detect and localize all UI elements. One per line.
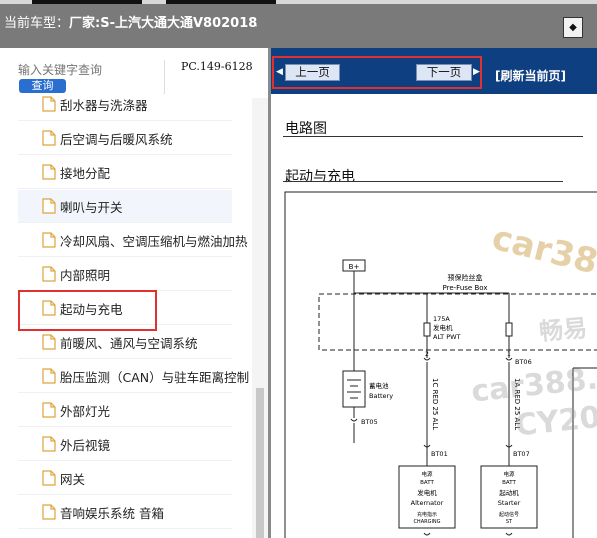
fuse-en-label: ALT PWT [433, 333, 461, 341]
st-sub-cn-label: 起动信号 [499, 511, 519, 518]
collapse-right-icon: ◆ [569, 22, 577, 33]
document-icon [42, 96, 56, 112]
title-value: 厂家:S-上汽大通大通V802018 [69, 16, 258, 31]
document-icon [42, 232, 56, 248]
document-icon [42, 470, 56, 486]
tree-item[interactable]: 外部灯光 [18, 394, 232, 427]
section-rule [283, 181, 563, 182]
tree-item[interactable]: 胎压监测（CAN）与驻车距离控制 [18, 360, 249, 393]
document-icon [42, 504, 56, 520]
next-page-button[interactable]: 下一页 [416, 64, 472, 81]
wire1-label: 1C RED 25 ALL [431, 378, 439, 430]
alt-cn-label: 发电机 [417, 488, 437, 497]
battery-en-label: Battery [369, 392, 393, 400]
page-toolbar: ◀ 上一页 下一页 ▶ [刷新当前页] [271, 48, 597, 94]
tree-item-label: 内部照明 [60, 267, 111, 283]
watermark: 畅易 [538, 313, 589, 347]
fuse-amp-label: 175A [433, 315, 450, 323]
st-en-label: Starter [498, 499, 521, 507]
tree-item[interactable]: 后空调与后暖风系统 [18, 122, 232, 155]
document-icon [42, 300, 56, 316]
alt-top-label: 电源 [421, 470, 433, 478]
next-arrow-icon: ▶ [473, 67, 480, 77]
document-icon [42, 164, 56, 180]
st-batt-label: BATT [502, 480, 516, 486]
heading-rule [283, 136, 583, 137]
alt-batt-label: BATT [420, 480, 434, 486]
document-heading: 电路图 [285, 121, 327, 137]
alt-sub-en-label: CHARGING [413, 519, 440, 525]
b-plus-label: B+ [349, 263, 360, 271]
battery-cn-label: 蓄电池 [369, 381, 389, 390]
tree-item[interactable]: 接地分配 [18, 156, 232, 189]
pc-code-label: PC.149-6128 [181, 60, 253, 73]
current-model-title: 当前车型：厂家:S-上汽大通大通V802018 [4, 12, 257, 31]
tree-item[interactable]: 喇叭与开关 [18, 190, 232, 223]
alt-sub-cn-label: 充电指示 [417, 511, 437, 518]
bt06-label: BT06 [515, 358, 532, 366]
prev-page-button[interactable]: 上一页 [285, 64, 340, 81]
document-icon [42, 368, 56, 384]
left-panel: 查询 PC.149-6128 刮水器与洗涤器后空调与后暖风系统接地分配喇叭与开关… [0, 48, 268, 538]
header-bar: 当前车型：厂家:S-上汽大通大通V802018 · ◆ [0, 4, 597, 48]
bt05-label: BT05 [361, 418, 378, 426]
tree-item-label: 接地分配 [60, 165, 111, 181]
tree-item[interactable]: 音响娱乐系统 音箱 [18, 496, 232, 529]
prefuse-cn-label: 预保险丝盒 [448, 273, 483, 282]
tree-item-label: 喇叭与开关 [60, 199, 123, 215]
document-icon [42, 130, 56, 146]
pin1-label: 1 [507, 351, 511, 358]
document-icon [42, 436, 56, 452]
tree-item[interactable]: 外后视镜 [18, 428, 232, 461]
tree-item-label: 音响娱乐系统 音箱 [60, 505, 164, 521]
tree-item[interactable]: 刮水器与洗涤器 [18, 88, 232, 121]
catalog-tree: 刮水器与洗涤器后空调与后暖风系统 接地分配喇叭与开关冷却风扇、空调压缩机与燃油加热… [0, 96, 252, 538]
section-title: 起动与充电 [285, 169, 355, 185]
tree-item-label: 刮水器与洗涤器 [60, 97, 148, 113]
tree-item-label: 冷却风扇、空调压缩机与燃油加热 [60, 233, 248, 249]
tree-item[interactable]: 起动与充电 [18, 292, 232, 325]
alt-en-label: Alternator [411, 499, 444, 507]
left-scrollbar[interactable] [252, 98, 268, 538]
right-panel: ◀ 上一页 下一页 ▶ [刷新当前页] 电路图 起动与充电 B+ 预保险丝盒 P… [271, 48, 597, 538]
document-icon [42, 334, 56, 350]
document-icon [42, 402, 56, 418]
tree-item[interactable]: 内部照明 [18, 258, 232, 291]
tree-item-label: 外部灯光 [60, 403, 111, 419]
tree-item-label: 外后视镜 [60, 437, 111, 453]
st-top-label: 电源 [503, 470, 515, 478]
tree-item[interactable]: 网关 [18, 462, 232, 495]
tree-item[interactable]: 前暖风、通风与空调系统 [18, 326, 232, 359]
collapse-panel-button[interactable]: ◆ [563, 17, 583, 38]
document-icon [42, 198, 56, 214]
tree-item-label: 网关 [60, 471, 86, 487]
tree-item-label: 胎压监测（CAN）与驻车距离控制 [60, 369, 250, 385]
tree-item-label: 后空调与后暖风系统 [60, 131, 173, 147]
tree-item-label: 起动与充电 [60, 301, 123, 317]
tree-item-label: 前暖风、通风与空调系统 [60, 335, 198, 351]
app-window: 当前车型：厂家:S-上汽大通大通V802018 · ◆ 查询 PC.149-61… [0, 0, 597, 538]
document-icon [42, 266, 56, 282]
tree-item[interactable]: 冷却风扇、空调压缩机与燃油加热 [18, 224, 248, 257]
bt01-label: BT01 [431, 450, 448, 458]
st-sub-en-label: ST [506, 519, 513, 525]
prefuse-en-label: Pre-Fuse Box [443, 284, 488, 292]
prev-arrow-icon: ◀ [276, 67, 283, 77]
st-cn-label: 起动机 [499, 488, 519, 497]
title-prefix: 当前车型： [4, 16, 70, 31]
pin2-label: 2 [425, 351, 429, 358]
scrollbar-thumb[interactable] [256, 388, 264, 538]
bt07-label: BT07 [513, 450, 530, 458]
refresh-page-link[interactable]: [刷新当前页] [495, 67, 566, 84]
header-dot: · [255, 22, 258, 32]
fuse-cn-label: 发电机 [433, 323, 453, 332]
